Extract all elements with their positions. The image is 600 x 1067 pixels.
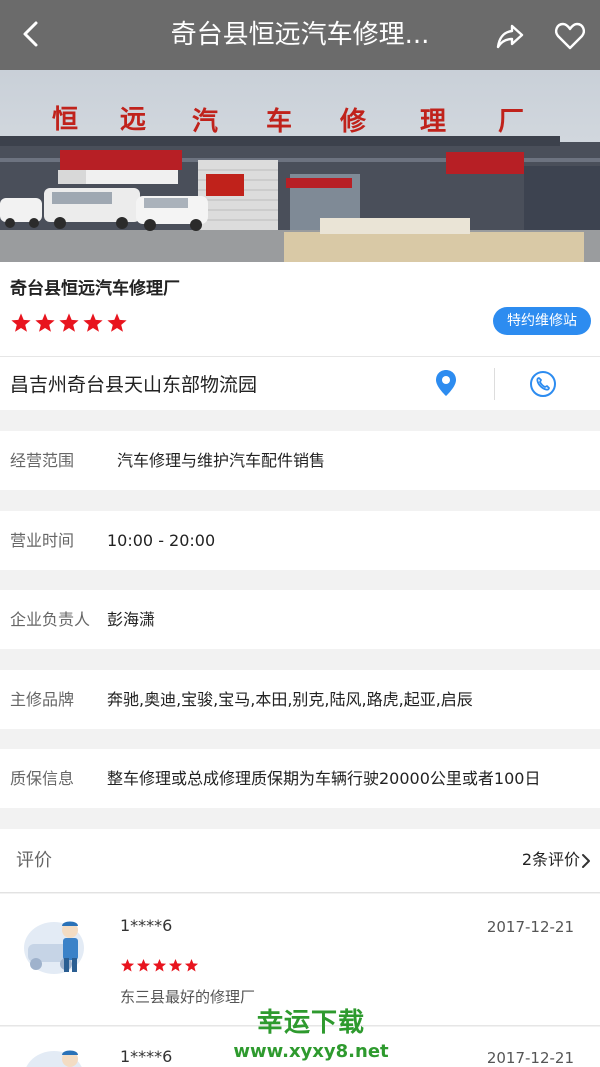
detail-label: 营业时间 xyxy=(10,531,75,550)
star-icon xyxy=(11,313,31,332)
detail-value: 汽车修理与维护汽车配件销售 xyxy=(117,451,326,470)
reviews-title: 评价 xyxy=(16,850,52,871)
watermark-url: www.xyxy8.net xyxy=(233,1041,389,1062)
shop-name: 奇台县恒远汽车修理厂 xyxy=(10,279,180,299)
separator xyxy=(494,368,495,400)
watermark: 幸运下载 www.xyxy8.net xyxy=(226,1002,396,1062)
star-icon xyxy=(59,313,79,332)
shop-rating xyxy=(10,312,128,334)
detail-row-warranty: 质保信息 整车修理或总成修理质保期为车辆行驶20000公里或者100日 xyxy=(0,749,600,808)
review-user: 1****6 xyxy=(120,916,173,935)
shop-photo: 恒远汽 车修理厂 xyxy=(0,70,600,262)
detail-row-hours: 营业时间 10:00 - 20:00 xyxy=(0,511,600,570)
certified-badge[interactable]: 特约维修站 xyxy=(493,307,591,335)
shop-address: 昌吉州奇台县天山东部物流园 xyxy=(10,374,258,396)
svg-text:修: 修 xyxy=(339,106,367,137)
reviews-header[interactable]: 评价 2条评价 xyxy=(0,829,600,893)
chevron-right-icon[interactable] xyxy=(580,853,592,873)
star-icon xyxy=(120,958,135,972)
address-row: 昌吉州奇台县天山东部物流园 xyxy=(0,357,600,410)
detail-value: 奔驰,奥迪,宝骏,宝马,本田,别克,陆风,路虎,起亚,启辰 xyxy=(107,690,473,709)
star-icon xyxy=(83,313,103,332)
detail-label: 经营范围 xyxy=(10,451,75,470)
svg-text:汽: 汽 xyxy=(192,107,218,137)
star-icon xyxy=(184,958,199,972)
detail-row-scope: 经营范围 汽车修理与维护汽车配件销售 xyxy=(0,431,600,490)
star-icon xyxy=(107,313,127,332)
page-title: 奇台县恒远汽车修理... xyxy=(170,20,430,50)
detail-value: 彭海潇 xyxy=(107,610,156,629)
back-arrow-icon[interactable] xyxy=(14,16,50,52)
detail-value: 整车修理或总成修理质保期为车辆行驶20000公里或者100日 xyxy=(107,769,541,788)
star-icon xyxy=(136,958,151,972)
share-icon[interactable] xyxy=(492,18,528,54)
star-icon xyxy=(35,313,55,332)
watermark-title: 幸运下载 xyxy=(256,1008,365,1038)
review-rating xyxy=(120,958,199,973)
reviews-count[interactable]: 2条评价 xyxy=(522,829,580,891)
svg-text:远: 远 xyxy=(120,105,146,135)
star-icon xyxy=(152,958,167,972)
shop-header: 奇台县恒远汽车修理厂 特约维修站 xyxy=(0,262,600,357)
detail-label: 主修品牌 xyxy=(10,690,75,709)
detail-label: 质保信息 xyxy=(10,769,75,788)
avatar xyxy=(22,1041,92,1067)
svg-text:理: 理 xyxy=(420,107,446,137)
review-date: 2017-12-21 xyxy=(486,918,574,936)
detail-value: 10:00 - 20:00 xyxy=(107,531,216,550)
star-icon xyxy=(168,958,183,972)
svg-text:厂: 厂 xyxy=(498,107,524,137)
detail-row-brands: 主修品牌 奔驰,奥迪,宝骏,宝马,本田,别克,陆风,路虎,起亚,启辰 xyxy=(0,670,600,729)
location-pin-icon[interactable] xyxy=(433,369,459,401)
review-user: 1****6 xyxy=(120,1047,173,1066)
phone-icon[interactable] xyxy=(529,370,557,402)
heart-icon[interactable] xyxy=(552,18,588,54)
avatar xyxy=(22,912,92,978)
detail-label: 企业负责人 xyxy=(10,610,91,629)
detail-row-owner: 企业负责人 彭海潇 xyxy=(0,590,600,649)
svg-text:车: 车 xyxy=(266,106,292,137)
top-bar: 奇台县恒远汽车修理... xyxy=(0,0,600,70)
page: 奇台县恒远汽车修理... 恒 远 汽 车 修 理 厂 奇台县恒远汽车修理厂 特约维修站 昌… xyxy=(0,0,600,1067)
svg-text:恒: 恒 xyxy=(52,105,78,135)
review-date: 2017-12-21 xyxy=(486,1049,574,1067)
